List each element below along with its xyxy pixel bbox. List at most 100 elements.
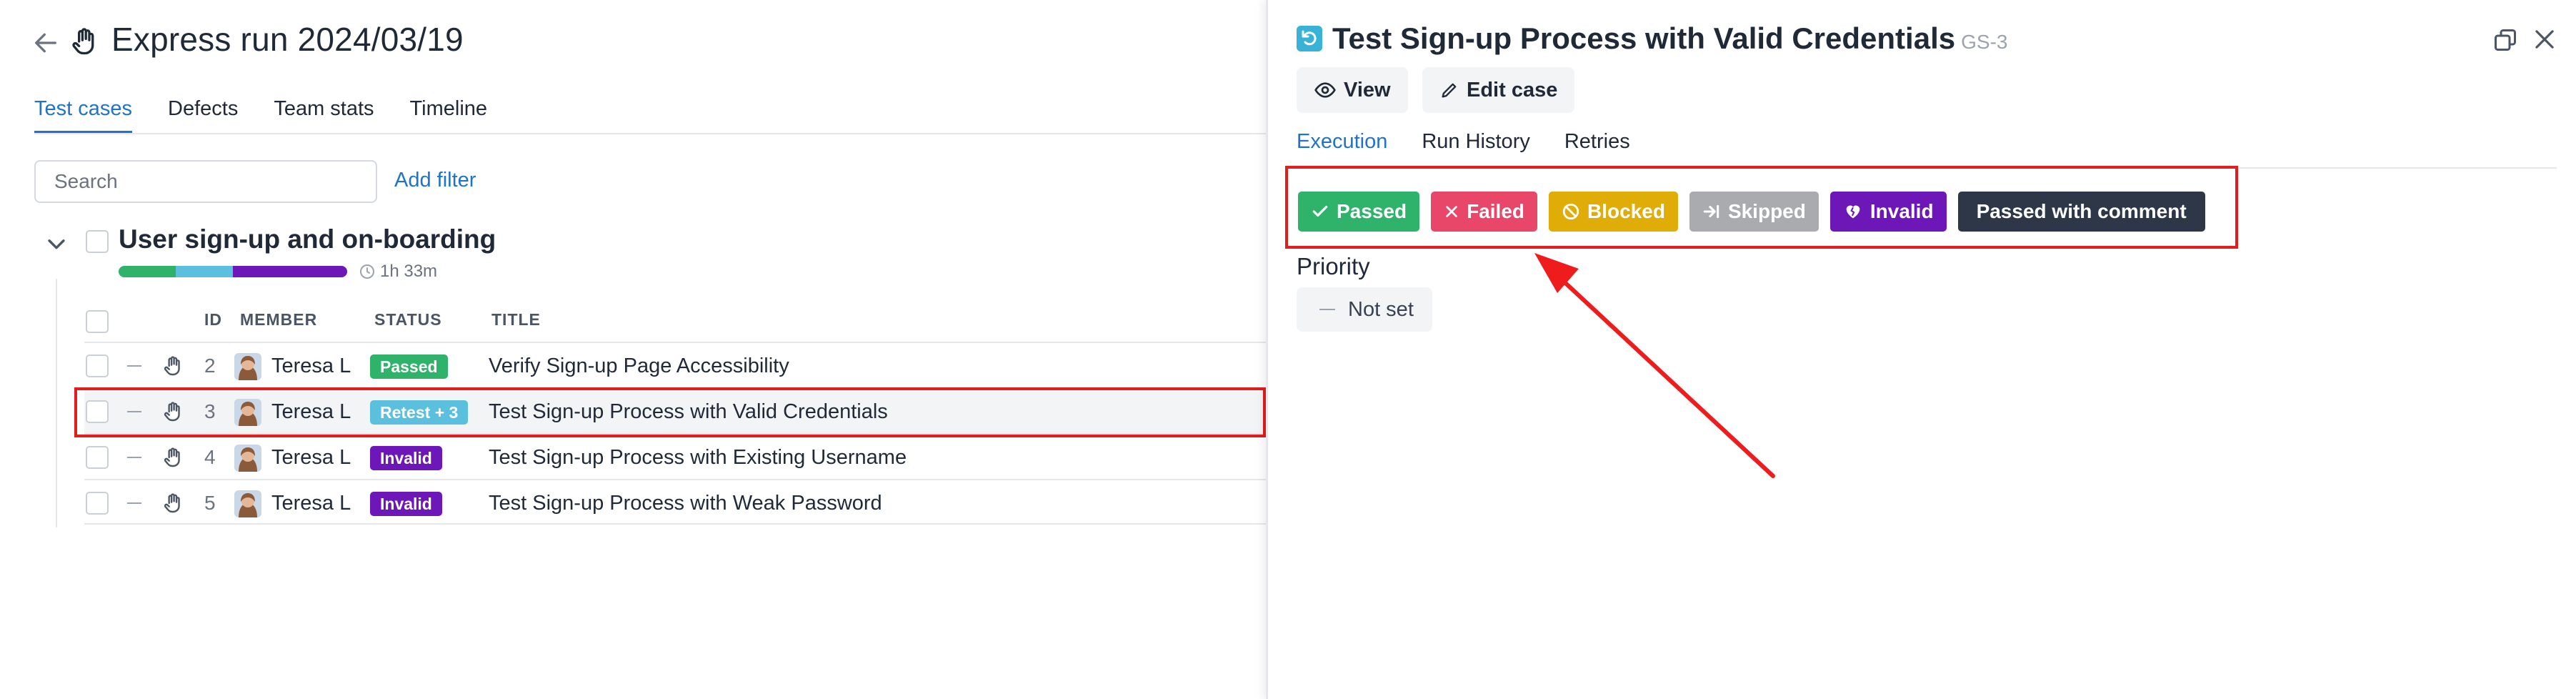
drag-handle <box>127 365 141 367</box>
progress-segment <box>119 266 176 277</box>
passed-button[interactable]: Passed <box>1298 192 1420 232</box>
avatar <box>234 490 261 517</box>
tab-retries[interactable]: Retries <box>1564 130 1630 165</box>
status-badge: Invalid <box>370 492 442 516</box>
avatar <box>234 445 261 472</box>
tab-run-history[interactable]: Run History <box>1422 130 1530 165</box>
row-title[interactable]: Verify Sign-up Page Accessibility <box>489 355 789 378</box>
group-progress-bar <box>119 266 347 277</box>
eye-icon <box>1314 82 1336 98</box>
row-member: Teresa L <box>271 446 351 469</box>
row-member: Teresa L <box>271 400 351 423</box>
progress-segment <box>233 266 347 277</box>
priority-value: Not set <box>1348 297 1414 321</box>
restore-window-icon[interactable] <box>2492 27 2518 53</box>
table-row[interactable]: 2 Teresa L Passed Verify Sign-up Page Ac… <box>84 342 1266 387</box>
status-badge: Invalid <box>370 446 442 470</box>
hand-icon <box>164 493 180 513</box>
add-filter-link[interactable]: Add filter <box>394 169 476 192</box>
select-all-checkbox[interactable] <box>86 310 109 333</box>
table-row[interactable]: 3 Teresa L Retest + 3 Test Sign-up Proce… <box>84 387 1266 433</box>
priority-dash-icon <box>1319 309 1335 310</box>
row-title[interactable]: Test Sign-up Process with Weak Password <box>489 492 882 515</box>
group-duration: 1h 33m <box>359 262 437 282</box>
hand-icon <box>72 28 94 55</box>
case-detail-panel: Test Sign-up Process with Valid Credenti… <box>1266 0 2576 699</box>
group-duration-text: 1h 33m <box>380 262 438 281</box>
tree-guide-line <box>56 279 57 527</box>
tab-team-stats[interactable]: Team stats <box>274 97 374 134</box>
group-title: User sign-up and on-boarding <box>119 224 496 254</box>
hand-icon <box>164 402 180 422</box>
run-view: Express run 2024/03/19 Test cases Defect… <box>0 0 1266 699</box>
drag-handle <box>127 502 141 504</box>
back-arrow-icon[interactable] <box>31 29 60 57</box>
close-icon[interactable] <box>2531 26 2558 53</box>
priority-label: Priority <box>1297 253 1370 279</box>
ban-icon <box>1562 203 1579 220</box>
skip-icon <box>1703 204 1719 219</box>
panel-tabs-divider <box>1297 167 2557 169</box>
passed-with-comment-label: Passed with comment <box>1976 200 2187 222</box>
tab-test-cases[interactable]: Test cases <box>34 97 132 134</box>
row-title[interactable]: Test Sign-up Process with Valid Credenti… <box>489 400 888 424</box>
run-title: Express run 2024/03/19 <box>111 21 464 58</box>
column-id: ID <box>204 310 222 329</box>
tab-defects[interactable]: Defects <box>168 97 238 134</box>
broken-heart-icon <box>1846 205 1860 219</box>
skipped-button[interactable]: Skipped <box>1689 192 1819 232</box>
row-checkbox[interactable] <box>86 400 109 423</box>
row-member: Teresa L <box>271 492 351 515</box>
column-member: MEMBER <box>240 310 318 329</box>
edit-case-label: Edit case <box>1467 78 1558 101</box>
row-title[interactable]: Test Sign-up Process with Existing Usern… <box>489 446 907 470</box>
progress-segment <box>176 266 233 277</box>
passed-with-comment-button[interactable]: Passed with comment <box>1957 192 2205 232</box>
chevron-down-icon[interactable] <box>44 232 69 256</box>
tab-execution[interactable]: Execution <box>1297 130 1387 165</box>
view-label: View <box>1344 78 1391 101</box>
status-buttons: Passed Failed Blocked Skipped Invalid Pa… <box>1298 192 2205 232</box>
run-tabs: Test cases Defects Team stats Timeline <box>34 97 523 134</box>
row-id: 2 <box>204 355 216 377</box>
priority-select[interactable]: Not set <box>1297 287 1432 332</box>
table-row[interactable]: 4 Teresa L Invalid Test Sign-up Process … <box>84 433 1266 479</box>
column-title: TITLE <box>491 310 541 329</box>
row-checkbox[interactable] <box>86 446 109 469</box>
tab-timeline[interactable]: Timeline <box>410 97 488 134</box>
edit-case-button[interactable]: Edit case <box>1422 67 1575 113</box>
check-icon <box>1312 205 1328 217</box>
skipped-label: Skipped <box>1727 200 1806 222</box>
row-member: Teresa L <box>271 355 351 377</box>
row-id: 3 <box>204 400 216 422</box>
hand-icon <box>164 356 180 376</box>
status-badge: Passed <box>370 355 448 379</box>
failed-button[interactable]: Failed <box>1431 192 1537 232</box>
failed-label: Failed <box>1467 200 1524 222</box>
avatar <box>234 353 261 380</box>
clock-icon <box>360 264 374 279</box>
blocked-button[interactable]: Blocked <box>1549 192 1678 232</box>
row-id: 4 <box>204 446 216 468</box>
table-row[interactable]: 5 Teresa L Invalid Test Sign-up Process … <box>84 479 1266 525</box>
row-checkbox[interactable] <box>86 492 109 515</box>
group-checkbox[interactable] <box>86 230 109 253</box>
column-status: STATUS <box>374 310 442 329</box>
row-checkbox[interactable] <box>86 355 109 377</box>
tabs-divider <box>34 133 1266 134</box>
avatar <box>234 399 261 426</box>
table-header: ID MEMBER STATUS TITLE <box>84 300 1266 343</box>
view-button[interactable]: View <box>1297 67 1408 113</box>
hand-icon <box>164 447 180 467</box>
drag-handle <box>127 457 141 458</box>
status-badge: Retest + 3 <box>370 400 469 425</box>
row-id: 5 <box>204 492 216 514</box>
case-code: GS-3 <box>1961 31 2008 53</box>
panel-tabs: Execution Run History Retries <box>1297 130 1664 165</box>
invalid-label: Invalid <box>1869 200 1934 222</box>
search-input[interactable] <box>34 160 377 203</box>
drag-handle <box>127 411 141 412</box>
invalid-button[interactable]: Invalid <box>1829 192 1947 232</box>
blocked-label: Blocked <box>1587 200 1665 222</box>
case-title-text: Test Sign-up Process with Valid Credenti… <box>1332 21 1956 55</box>
